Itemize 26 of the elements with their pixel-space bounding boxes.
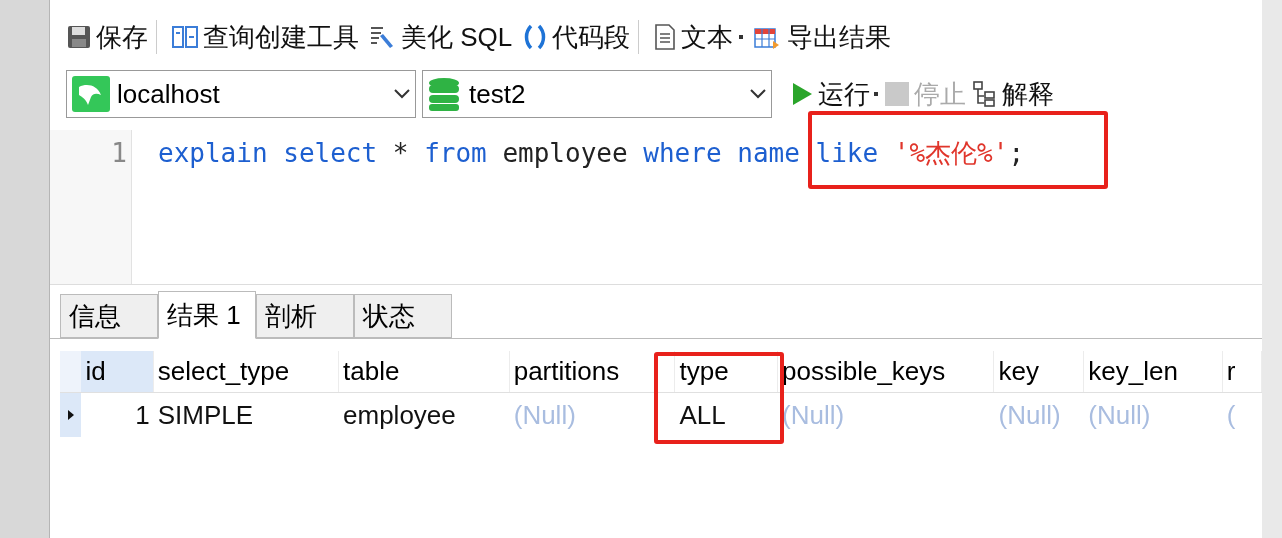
toolbar-button[interactable]: 查询创建工具 [169,17,361,57]
table-cell-text: (Null) [1087,398,1152,432]
table-cell-text: ( [1225,398,1237,432]
table-cell-text: ALL [678,398,727,432]
table-cell-text: (Null) [512,398,577,432]
line-number: 1 [111,137,127,170]
table-cell-text: 1 [134,398,151,432]
action-button[interactable]: 解释 [972,74,1054,114]
column-header[interactable]: id [81,351,154,392]
connection-select[interactable]: localhost [66,70,416,118]
toolbar-button[interactable]: 导出结果 [751,17,894,57]
table-cell-text: SIMPLE [156,398,255,432]
toolbar-button[interactable]: 代码段 [520,17,633,57]
toolbar-button[interactable]: 保存 [64,17,150,57]
database-select[interactable]: test2 [422,70,772,118]
toolbar-button[interactable]: 文本 [651,17,746,57]
result-tab[interactable]: 结果 1 [158,291,256,339]
table-cell-text: (Null) [997,398,1062,432]
result-tab[interactable]: 信息 [60,294,158,338]
toolbar-button[interactable]: 美化 SQL [367,17,515,57]
table-cell-text: employee [342,398,457,432]
action-button[interactable]: 运行 [790,74,878,114]
sql-code-line: explain select * from employee where name like '%杰伦%'; [158,137,1026,170]
result-tab[interactable]: 状态 [354,294,452,338]
result-tab[interactable]: 剖析 [256,294,354,338]
table-cell-text: (Null) [781,398,846,432]
